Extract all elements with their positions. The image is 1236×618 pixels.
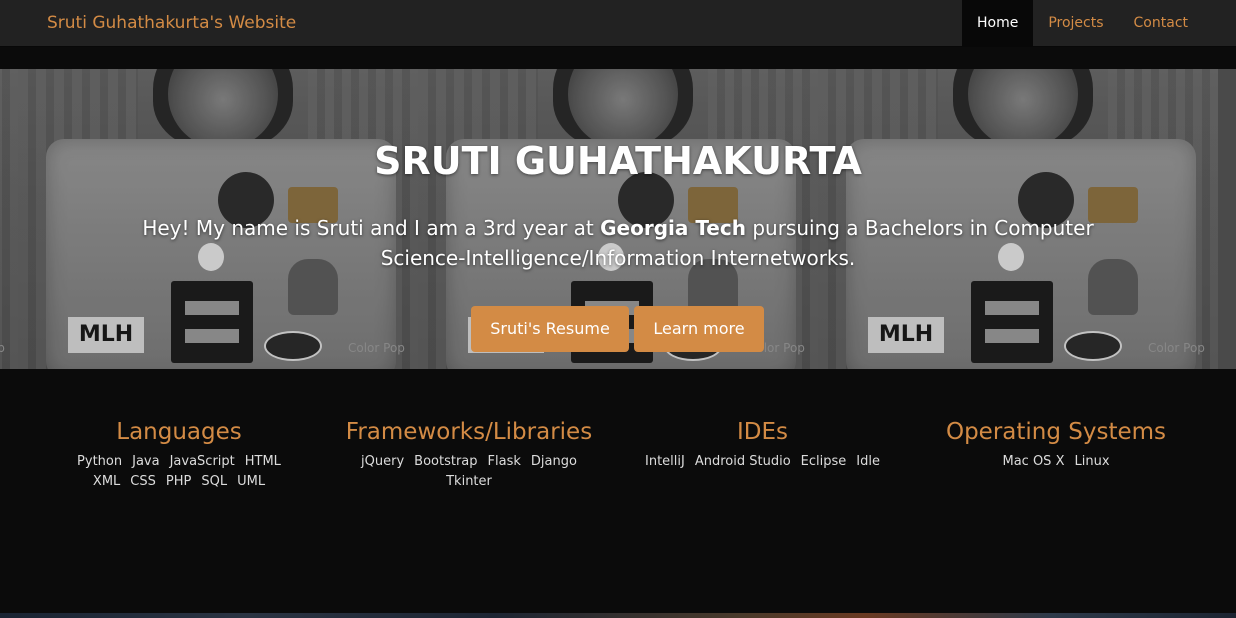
skills-section: Languages Python Java JavaScript HTML XML CSS…	[0, 369, 1236, 613]
skill-item: Bootstrap	[414, 454, 478, 469]
skills-languages: Languages Python Java JavaScript HTML XML CSS…	[55, 417, 303, 492]
skill-item: Idle	[856, 454, 880, 469]
skills-frameworks: Frameworks/Libraries jQuery Bootstrap Flas…	[345, 417, 593, 492]
skills-heading: Languages	[116, 419, 242, 445]
top-navbar: Sruti Guhathakurta's Website Home Projec…	[0, 0, 1236, 47]
skill-item: XML	[92, 474, 121, 489]
skills-ides: IDEs IntelliJ Android Studio Eclipse Idle	[625, 417, 900, 472]
skills-list: jQuery Bootstrap Flask Django Tkinter	[345, 452, 593, 492]
nav-item-projects[interactable]: Projects	[1033, 0, 1118, 47]
skill-item: CSS	[130, 474, 156, 489]
skills-operating-systems: Operating Systems Mac OS X Linux	[935, 417, 1177, 472]
footer-image-strip	[0, 613, 1236, 618]
skill-item: Android Studio	[694, 454, 791, 469]
nav-item-home[interactable]: Home	[961, 0, 1034, 47]
resume-button[interactable]: Sruti's Resume	[471, 306, 629, 352]
skill-item: HTML	[244, 454, 281, 469]
skill-item: SQL	[201, 474, 228, 489]
skill-item: IntelliJ	[645, 454, 685, 469]
skills-heading: IDEs	[736, 419, 788, 445]
skill-item: jQuery	[361, 454, 405, 469]
skill-item: Eclipse	[800, 454, 847, 469]
skill-item: JavaScript	[169, 454, 235, 469]
skill-item: Python	[77, 454, 123, 469]
skill-item: Linux	[1074, 454, 1110, 469]
hero-banner: MLH Color Pop MLH Color Pop MLH Color Po…	[0, 69, 1236, 369]
learn-more-button[interactable]: Learn more	[634, 306, 764, 352]
intro-text-start: Hey! My name is Sruti and I am a 3rd yea…	[142, 216, 601, 240]
hero-intro-text: Hey! My name is Sruti and I am a 3rd yea…	[108, 213, 1128, 273]
skill-item: Tkinter	[446, 474, 492, 489]
skill-item: Flask	[487, 454, 521, 469]
skills-list: Python Java JavaScript HTML XML CSS PHP SQL UML	[55, 452, 303, 492]
hero-title: SRUTI GUHATHAKURTA	[374, 139, 862, 183]
site-brand-link[interactable]: Sruti Guhathakurta's Website	[47, 12, 296, 34]
skill-item: Mac OS X	[1002, 454, 1065, 469]
skills-list: IntelliJ Android Studio Eclipse Idle	[625, 452, 900, 472]
intro-school-name: Georgia Tech	[600, 216, 746, 240]
skill-item: Django	[530, 454, 577, 469]
skill-item: UML	[237, 474, 266, 489]
nav-item-contact[interactable]: Contact	[1119, 0, 1203, 47]
nav-menu: Home Projects Contact	[961, 0, 1203, 47]
skill-item: PHP	[165, 474, 192, 489]
skill-item: Java	[132, 454, 160, 469]
skills-list: Mac OS X Linux	[935, 452, 1177, 472]
skills-heading: Frameworks/Libraries	[345, 419, 593, 445]
skills-heading: Operating Systems	[945, 419, 1167, 445]
